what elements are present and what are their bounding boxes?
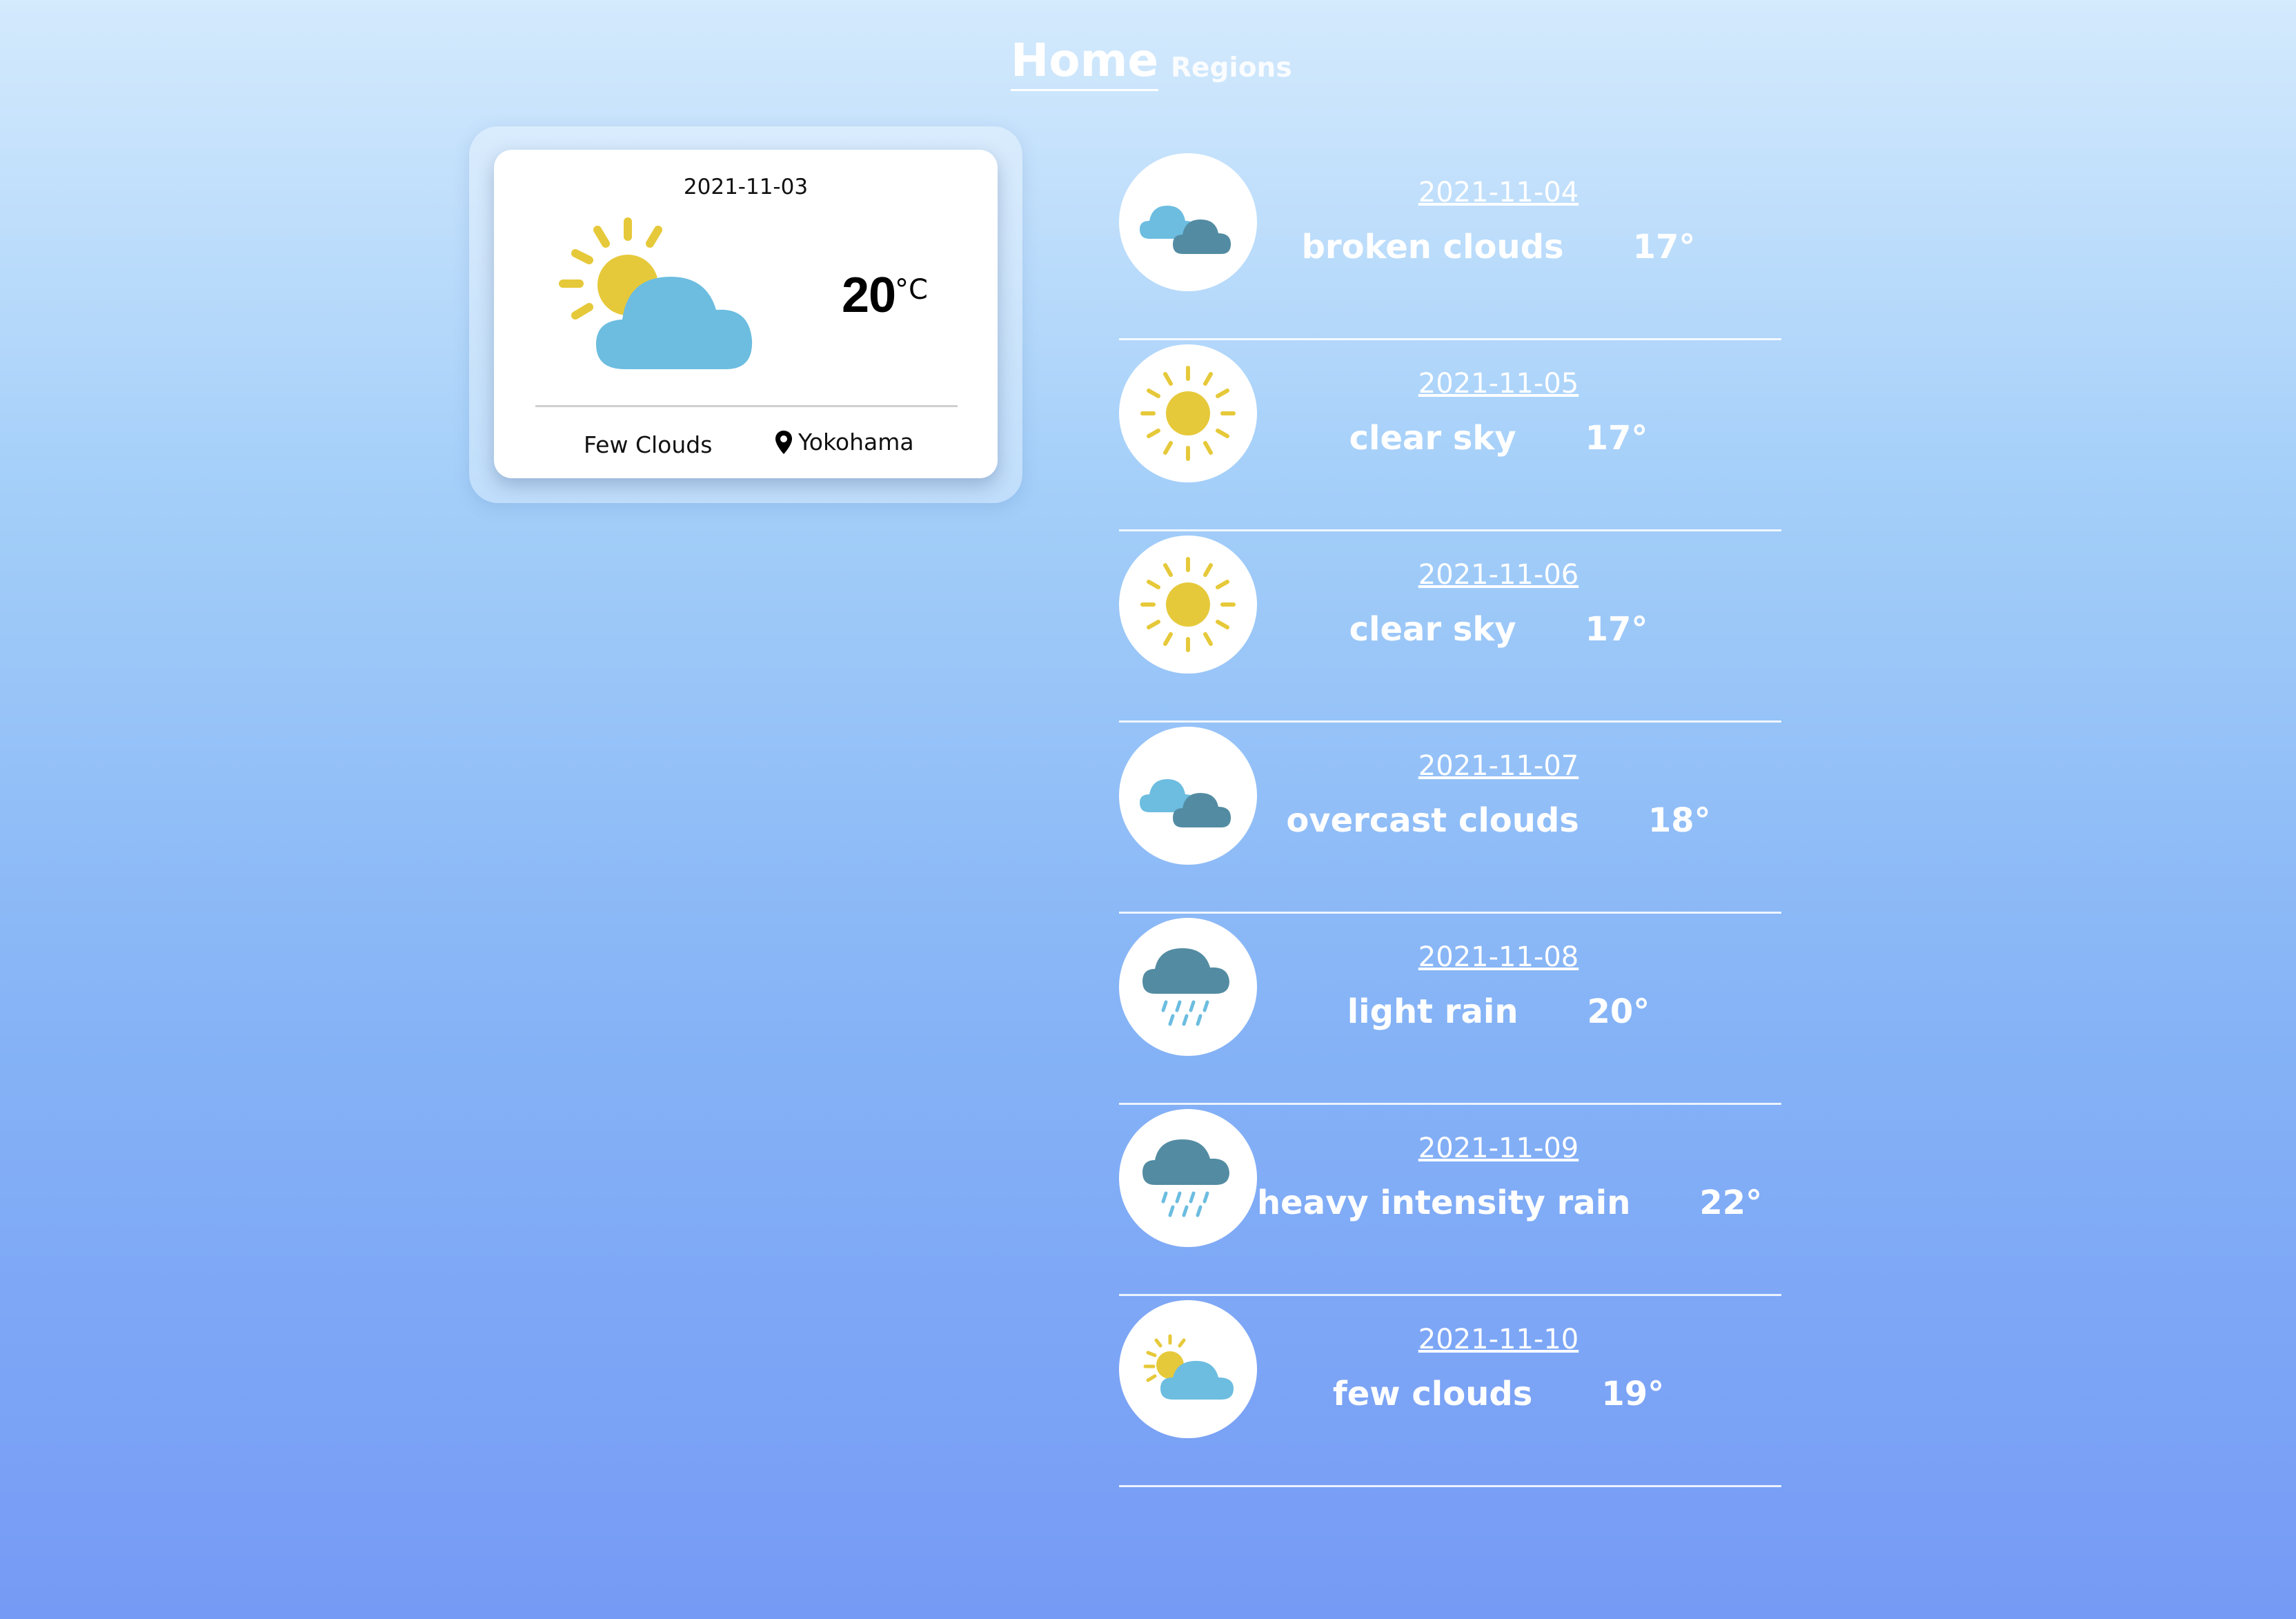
forecast-info: heavy intensity rain 22° xyxy=(1257,1184,1762,1222)
partly-cloudy-sun-icon xyxy=(556,210,791,376)
forecast-row: 2021-11-09 heavy intensity rain 22° xyxy=(1119,1106,1781,1296)
forecast-date-link[interactable]: 2021-11-05 xyxy=(1326,368,1671,400)
forecast-temperature: 22° xyxy=(1699,1184,1763,1222)
sun-icon xyxy=(1119,536,1257,674)
forecast-temperature: 18° xyxy=(1647,801,1711,840)
current-weather-panel: 2021-11-03 20 °C Few Clouds Yokohama xyxy=(469,126,1022,503)
current-date: 2021-11-03 xyxy=(683,175,809,199)
forecast-temperature: 17° xyxy=(1585,610,1648,649)
temperature-unit: °C xyxy=(895,274,928,306)
forecast-row: 2021-11-06 clear sky 17° xyxy=(1119,533,1781,723)
forecast-info: few clouds 19° xyxy=(1257,1375,1740,1413)
forecast-date-link[interactable]: 2021-11-08 xyxy=(1326,941,1671,973)
current-temperature: 20 xyxy=(842,268,896,323)
forecast-temperature: 19° xyxy=(1601,1375,1665,1413)
forecast-description: light rain xyxy=(1347,992,1518,1031)
forecast-date-link[interactable]: 2021-11-10 xyxy=(1326,1324,1671,1355)
current-weather-card: 2021-11-03 20 °C Few Clouds Yokohama xyxy=(494,150,998,478)
forecast-list: 2021-11-04 broken clouds 17° 2021-11-05 … xyxy=(1119,150,1781,1489)
forecast-row: 2021-11-10 few clouds 19° xyxy=(1119,1297,1781,1487)
forecast-date-link[interactable]: 2021-11-04 xyxy=(1326,177,1671,208)
forecast-description: few clouds xyxy=(1332,1375,1533,1413)
current-location: Yokohama xyxy=(775,429,914,455)
rain-cloud-icon xyxy=(1119,1109,1257,1247)
forecast-description: overcast clouds xyxy=(1286,801,1579,840)
overcast-clouds-icon xyxy=(1119,727,1257,865)
forecast-date-link[interactable]: 2021-11-09 xyxy=(1326,1132,1671,1164)
location-pin-icon xyxy=(775,430,793,455)
forecast-row: 2021-11-08 light rain 20° xyxy=(1119,915,1781,1105)
forecast-row: 2021-11-07 overcast clouds 18° xyxy=(1119,724,1781,914)
broken-clouds-icon xyxy=(1119,153,1257,291)
top-nav: Home Regions xyxy=(0,30,2296,99)
location-name: Yokohama xyxy=(798,429,914,455)
forecast-description: clear sky xyxy=(1349,610,1516,649)
forecast-row: 2021-11-05 clear sky 17° xyxy=(1119,342,1781,531)
rain-cloud-icon xyxy=(1119,918,1257,1056)
forecast-date-link[interactable]: 2021-11-06 xyxy=(1326,559,1671,591)
current-description: Few Clouds xyxy=(584,431,713,458)
forecast-date-link[interactable]: 2021-11-07 xyxy=(1326,750,1671,782)
forecast-temperature: 17° xyxy=(1632,228,1696,266)
forecast-temperature: 20° xyxy=(1587,992,1650,1031)
forecast-description: clear sky xyxy=(1349,419,1516,458)
forecast-row: 2021-11-04 broken clouds 17° xyxy=(1119,150,1781,340)
few-clouds-icon xyxy=(1119,1300,1257,1438)
forecast-info: overcast clouds 18° xyxy=(1257,801,1740,840)
forecast-description: broken clouds xyxy=(1301,228,1564,266)
forecast-temperature: 17° xyxy=(1585,419,1648,458)
sun-icon xyxy=(1119,344,1257,482)
nav-regions-link[interactable]: Regions xyxy=(1171,53,1292,84)
forecast-info: broken clouds 17° xyxy=(1257,228,1740,266)
forecast-info: clear sky 17° xyxy=(1257,419,1740,458)
nav-home-link[interactable]: Home xyxy=(1011,35,1159,91)
card-divider xyxy=(535,405,958,407)
forecast-description: heavy intensity rain xyxy=(1257,1184,1631,1222)
forecast-info: light rain 20° xyxy=(1257,992,1740,1031)
forecast-info: clear sky 17° xyxy=(1257,610,1740,649)
